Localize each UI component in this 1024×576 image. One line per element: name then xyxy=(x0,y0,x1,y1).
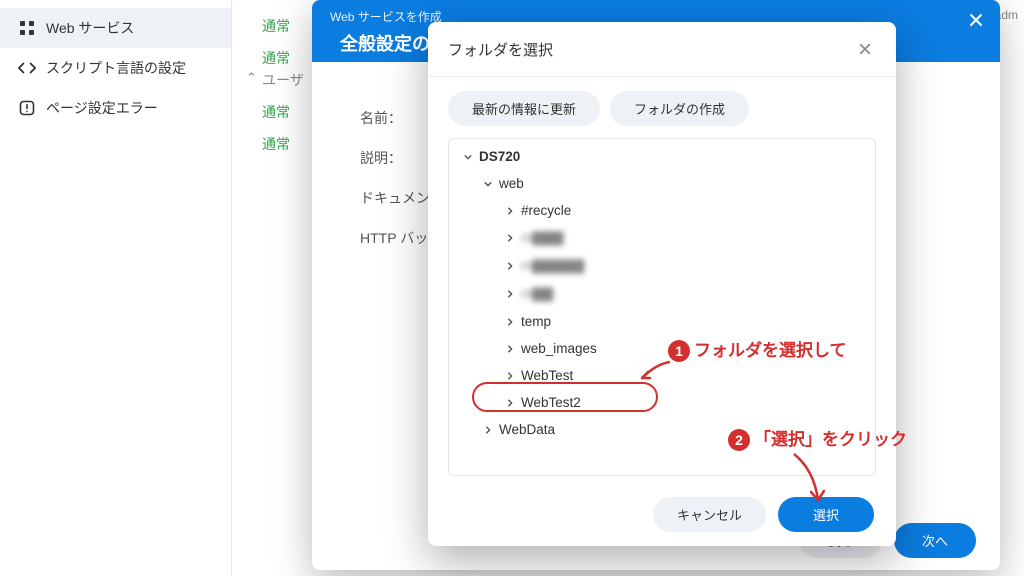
caret-down-icon xyxy=(483,179,493,189)
caret-right-icon xyxy=(505,233,515,243)
tree-label: m▇▇ xyxy=(521,286,553,302)
cancel-button[interactable]: キャンセル xyxy=(653,497,766,532)
tree-item[interactable]: web_images xyxy=(449,335,875,362)
tree-item-webdata[interactable]: WebData xyxy=(449,416,875,443)
tree-item[interactable]: m▇▇ xyxy=(449,280,875,308)
tree-label: WebTest xyxy=(521,368,573,383)
tree-label: WebData xyxy=(499,422,555,437)
sidebar-item-label: スクリプト言語の設定 xyxy=(46,58,186,78)
grid-icon xyxy=(18,19,36,37)
caret-down-icon xyxy=(463,152,473,162)
caret-right-icon xyxy=(505,317,515,327)
next-button[interactable]: 次へ xyxy=(894,523,976,558)
tree-item[interactable]: m▇▇▇▇▇ xyxy=(449,252,875,280)
create-folder-button[interactable]: フォルダの作成 xyxy=(610,91,749,126)
tree-label: WebTest2 xyxy=(521,395,581,410)
tree-web[interactable]: web xyxy=(449,170,875,197)
bg-section-user: ユーザ xyxy=(262,70,304,90)
caret-right-icon xyxy=(505,289,515,299)
tree-label: web xyxy=(499,176,524,191)
tree-item[interactable]: WebTest2 xyxy=(449,389,875,416)
refresh-button[interactable]: 最新の情報に更新 xyxy=(448,91,600,126)
picker-header: フォルダを選択 xyxy=(428,22,896,77)
tree-root[interactable]: DS720 xyxy=(449,143,875,170)
caret-right-icon xyxy=(505,344,515,354)
close-icon[interactable] xyxy=(854,38,876,60)
tree-label: DS720 xyxy=(479,149,520,164)
tree-item-webtest[interactable]: WebTest xyxy=(449,362,875,389)
bg-row: 通常 xyxy=(262,128,290,160)
caret-right-icon xyxy=(505,371,515,381)
modal-subtitle: Web サービスを作成 xyxy=(330,8,442,25)
caret-right-icon xyxy=(505,261,515,271)
tree-label: #recycle xyxy=(521,203,571,218)
tree-item[interactable]: #recycle xyxy=(449,197,875,224)
sidebar-item-label: ページ設定エラー xyxy=(46,98,158,118)
caret-right-icon xyxy=(505,206,515,216)
folder-picker-modal: フォルダを選択 最新の情報に更新 フォルダの作成 DS720 web #recy… xyxy=(428,22,896,546)
folder-tree[interactable]: DS720 web #recycle m▇▇▇ m▇▇▇▇▇ m▇▇ temp … xyxy=(448,138,876,476)
tree-label: temp xyxy=(521,314,551,329)
picker-title: フォルダを選択 xyxy=(448,39,553,60)
tree-label: web_images xyxy=(521,341,597,356)
chevron-down-icon: ⌃ xyxy=(246,70,257,86)
bg-row: 通常 xyxy=(262,96,290,128)
select-button[interactable]: 選択 xyxy=(778,497,874,532)
tree-label: m▇▇▇ xyxy=(521,230,563,246)
tree-label: m▇▇▇▇▇ xyxy=(521,258,584,274)
caret-right-icon xyxy=(483,425,493,435)
sidebar-item-label: Web サービス xyxy=(46,18,134,38)
picker-footer: キャンセル 選択 xyxy=(428,497,896,532)
sidebar-item-web-service[interactable]: Web サービス xyxy=(0,8,231,48)
sidebar-item-page-error[interactable]: ページ設定エラー xyxy=(0,88,231,128)
tree-item[interactable]: m▇▇▇ xyxy=(449,224,875,252)
picker-toolbar: 最新の情報に更新 フォルダの作成 xyxy=(428,77,896,132)
alert-icon xyxy=(18,99,36,117)
modal-title: 全般設定の xyxy=(340,30,430,56)
left-sidebar: Web サービス スクリプト言語の設定 ページ設定エラー xyxy=(0,0,232,576)
code-icon xyxy=(18,59,36,77)
sidebar-item-script[interactable]: スクリプト言語の設定 xyxy=(0,48,231,88)
bg-row: 通常 xyxy=(262,10,290,42)
caret-right-icon xyxy=(505,398,515,408)
close-icon[interactable] xyxy=(964,8,988,32)
tree-item[interactable]: temp xyxy=(449,308,875,335)
